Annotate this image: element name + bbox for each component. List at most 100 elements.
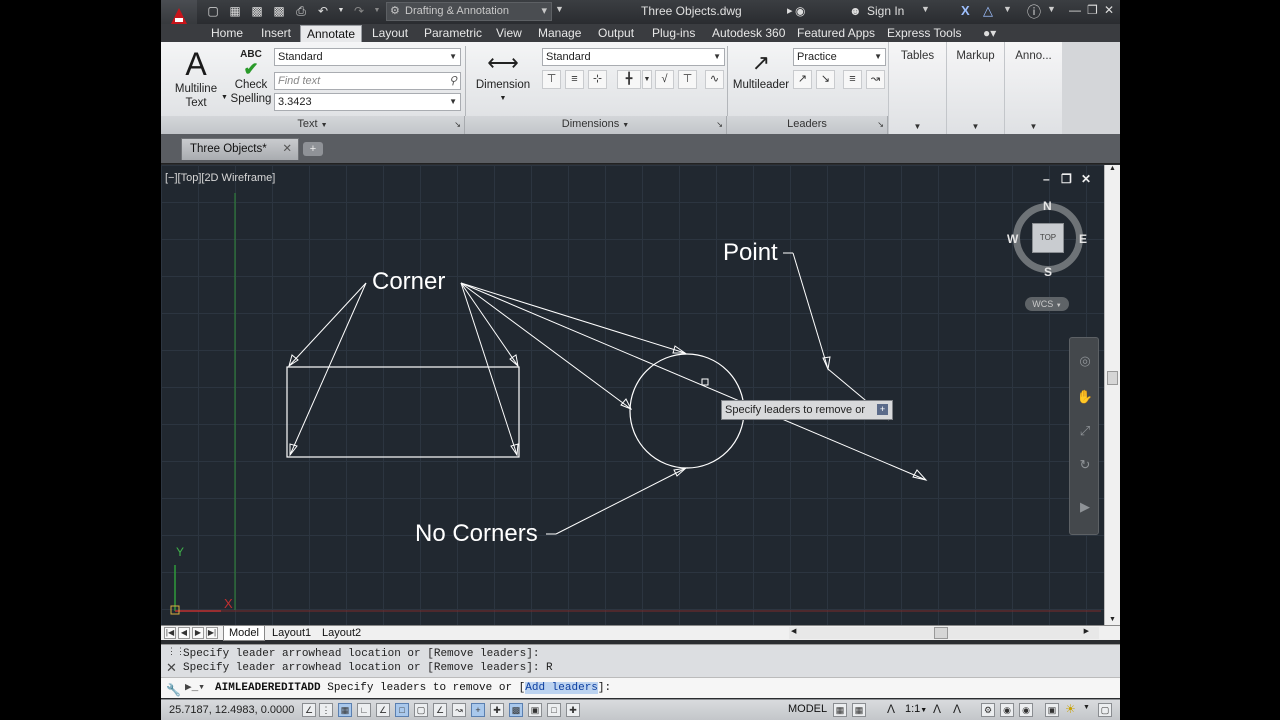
workspace-dropdown[interactable]: ⚙ Drafting & Annotation ▾ xyxy=(386,2,552,21)
tab-home[interactable]: Home xyxy=(205,25,249,42)
grid-display-icon[interactable]: ▦ xyxy=(338,703,352,717)
orbit-icon[interactable]: ↻ xyxy=(1076,456,1094,474)
tab-autodesk-360[interactable]: Autodesk 360 xyxy=(706,25,791,42)
leaders-panel-footer[interactable]: Leaders ↘ xyxy=(727,116,888,134)
tab-layout1[interactable]: Layout1 xyxy=(267,626,316,641)
clean-screen-icon[interactable]: ▢ xyxy=(1098,703,1112,717)
annotation-scale-icon[interactable]: Λ xyxy=(887,702,895,716)
save-as-icon[interactable]: ▩ xyxy=(271,3,287,19)
tooltip-expand-icon[interactable]: + xyxy=(877,404,888,415)
autodesk-360-icon[interactable]: △ xyxy=(983,3,993,19)
markup-panel[interactable]: Markup ▼ xyxy=(946,42,1004,134)
online-dropdown-icon[interactable]: ▼ xyxy=(1003,4,1012,14)
tab-view[interactable]: View xyxy=(490,25,528,42)
tab-model[interactable]: Model xyxy=(223,626,265,641)
ribbon-minimize-icon[interactable]: ●▾ xyxy=(983,26,996,40)
lightbulb-icon[interactable]: ☀ xyxy=(1065,702,1076,716)
new-tab-button[interactable]: + xyxy=(303,142,323,156)
file-tab-three-objects[interactable]: Three Objects* ✕ xyxy=(181,138,299,160)
showmotion-icon[interactable]: ▶ xyxy=(1076,498,1094,516)
quick-view-layouts-icon[interactable]: ▦ xyxy=(833,703,847,717)
vertical-scroll-thumb[interactable] xyxy=(1107,371,1118,385)
sign-in-button[interactable]: Sign In xyxy=(867,4,904,18)
dimension-style-select[interactable]: Standard ▼ xyxy=(542,48,725,66)
workspace-switching-icon[interactable]: ⚙ xyxy=(981,703,995,717)
dim-continue-icon[interactable]: ╋ xyxy=(617,70,641,89)
steering-wheel-icon[interactable]: ◎ xyxy=(1076,352,1094,370)
minimize-icon[interactable]: — xyxy=(1069,3,1081,17)
object-snap-icon[interactable]: □ xyxy=(395,703,409,717)
vertical-scrollbar[interactable]: ▲ ▼ xyxy=(1104,165,1120,625)
collect-leaders-icon[interactable]: ↝ xyxy=(866,70,885,89)
multileader-style-select[interactable]: Practice ▼ xyxy=(793,48,886,66)
close-tab-icon[interactable]: ✕ xyxy=(282,139,292,160)
restore-icon[interactable]: ❐ xyxy=(1087,3,1098,17)
next-layout-icon[interactable]: ▶ xyxy=(192,627,204,639)
find-text-input[interactable]: Find text ⚲ xyxy=(274,72,461,90)
ortho-mode-icon[interactable]: ∟ xyxy=(357,703,371,717)
multileader-button[interactable]: ↗ Multileader xyxy=(731,48,791,92)
annotation-scale[interactable]: 1:1▼ xyxy=(905,703,927,715)
redo-dropdown-icon[interactable]: ▼ xyxy=(373,3,381,19)
plot-icon[interactable]: ⎙ xyxy=(293,3,309,19)
tab-layout2[interactable]: Layout2 xyxy=(317,626,366,641)
hardware-acceleration-icon[interactable]: ▣ xyxy=(1045,703,1059,717)
horizontal-scrollbar[interactable]: ◀ ▶ xyxy=(789,627,1099,639)
redo-icon[interactable]: ↷ xyxy=(351,3,367,19)
dynamic-ucs-icon[interactable]: ↝ xyxy=(452,703,466,717)
save-icon[interactable]: ▩ xyxy=(249,3,265,19)
dim-break-icon[interactable]: ⊤ xyxy=(542,70,561,89)
annotation-scaling-panel[interactable]: Anno... ▼ xyxy=(1004,42,1062,134)
tab-layout[interactable]: Layout xyxy=(366,25,414,42)
add-leader-icon[interactable]: ↗ xyxy=(793,70,812,89)
dim-adjust-space-icon[interactable]: ≡ xyxy=(565,70,584,89)
tab-annotate[interactable]: Annotate xyxy=(300,25,363,42)
text-height-select[interactable]: 3.3423 ▼ xyxy=(274,93,461,111)
auto-scale-icon[interactable]: Λ xyxy=(953,702,961,716)
compass-west[interactable]: W xyxy=(1007,232,1018,246)
remove-leader-icon[interactable]: ↘ xyxy=(816,70,835,89)
annotation-visibility-icon[interactable]: Λ xyxy=(933,702,941,716)
isolate-objects-icon[interactable]: ◉ xyxy=(1019,703,1033,717)
open-folder-icon[interactable]: ▦ xyxy=(227,3,243,19)
customize-qat-icon[interactable]: ▼ xyxy=(555,4,564,14)
tab-output[interactable]: Output xyxy=(592,25,640,42)
prev-layout-icon[interactable]: ◀ xyxy=(178,627,190,639)
status-menu-icon[interactable]: ▼ xyxy=(1083,704,1090,711)
dim-update-icon[interactable]: √ xyxy=(655,70,674,89)
drawing-area[interactable]: [−][Top][2D Wireframe] Corner Point No C… xyxy=(161,165,1120,625)
scroll-up-icon[interactable]: ▲ xyxy=(1109,165,1116,172)
scroll-down-icon[interactable]: ▼ xyxy=(1109,616,1116,623)
3d-object-snap-icon[interactable]: ▢ xyxy=(414,703,428,717)
customize-wrench-icon[interactable]: 🔧 xyxy=(166,681,181,701)
viewport-restore-icon[interactable]: ❐ xyxy=(1061,172,1072,186)
compass-east[interactable]: E xyxy=(1079,232,1087,246)
scroll-right-icon[interactable]: ▶ xyxy=(1084,627,1089,635)
zoom-extents-icon[interactable]: ⤢ xyxy=(1076,422,1094,440)
help-dropdown-icon[interactable]: ▼ xyxy=(1047,4,1056,14)
text-panel-footer[interactable]: Text ▼ ↘ xyxy=(161,116,465,134)
help-icon[interactable]: ⓘ xyxy=(1027,2,1041,22)
viewport-minimize-icon[interactable]: – xyxy=(1043,172,1050,186)
dimension-button[interactable]: ⟷ Dimension ▼ xyxy=(475,48,531,106)
tab-express-tools[interactable]: Express Tools xyxy=(881,25,967,42)
check-spelling-button[interactable]: ABC ✔ Check Spelling xyxy=(229,50,273,106)
sign-in-dropdown-icon[interactable]: ▼ xyxy=(921,4,930,14)
undo-icon[interactable]: ↶ xyxy=(315,3,331,19)
binoculars-icon[interactable]: ◉ xyxy=(795,4,805,18)
compass-north[interactable]: N xyxy=(1043,199,1052,213)
viewcube[interactable]: TOP N S E W xyxy=(1007,199,1087,279)
recent-commands-icon[interactable]: ▶_▾ xyxy=(185,678,205,698)
polar-tracking-icon[interactable]: ∠ xyxy=(376,703,390,717)
coordinate-readout[interactable]: 25.7187, 12.4983, 0.0000 xyxy=(169,704,294,716)
compass-south[interactable]: S xyxy=(1044,265,1052,279)
dim-jog-icon[interactable]: ∿ xyxy=(705,70,724,89)
model-space-button[interactable]: MODEL xyxy=(788,703,827,715)
tab-parametric[interactable]: Parametric xyxy=(418,25,488,42)
selection-cycling-icon[interactable]: □ xyxy=(547,703,561,717)
dialog-launcher-icon[interactable]: ↘ xyxy=(454,116,461,133)
annotation-monitor-icon[interactable]: ✚ xyxy=(566,703,580,717)
add-leaders-option[interactable]: Add leaders xyxy=(525,682,598,694)
pan-hand-icon[interactable]: ✋ xyxy=(1076,388,1094,406)
close-command-line-icon[interactable]: ✕ xyxy=(166,660,177,676)
